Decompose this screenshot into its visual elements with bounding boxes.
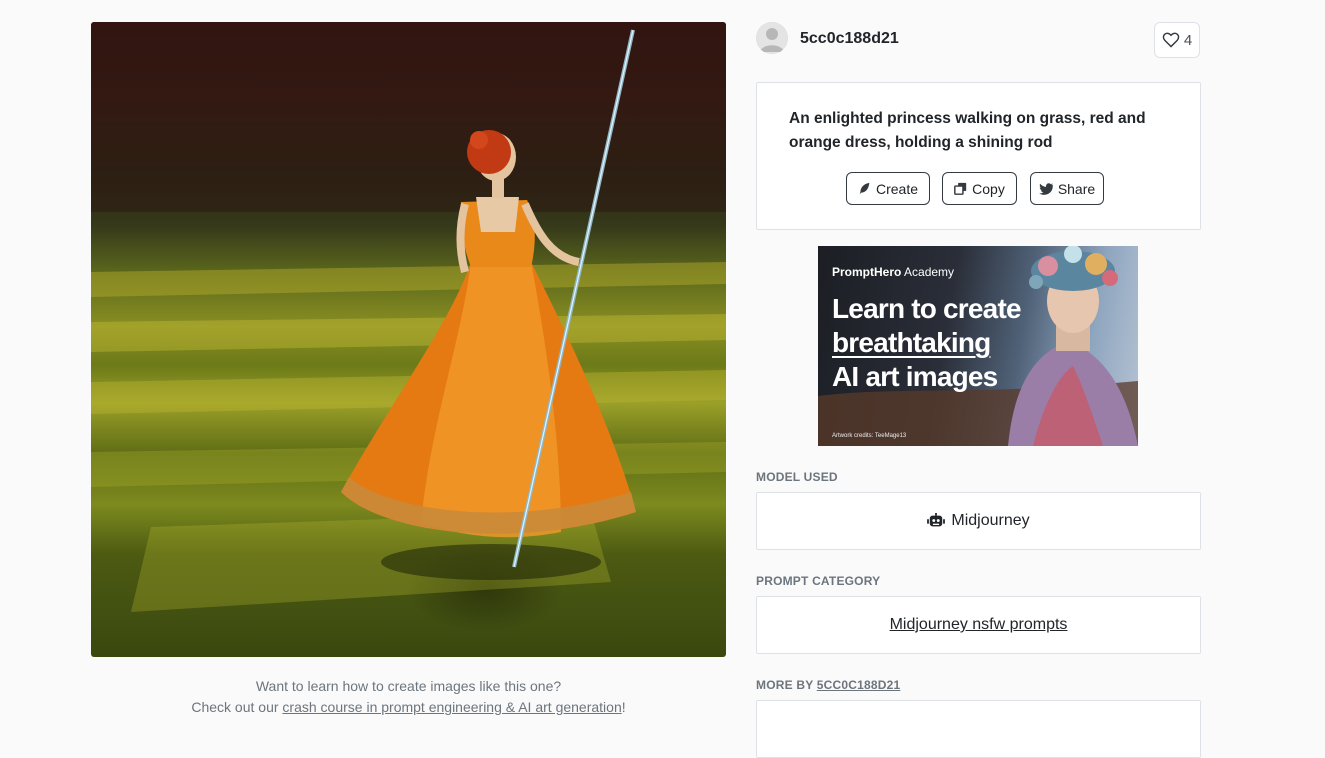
share-button[interactable]: Share xyxy=(1030,172,1104,205)
copy-button-label: Copy xyxy=(972,180,1005,197)
category-link[interactable]: Midjourney nsfw prompts xyxy=(890,616,1068,634)
ad-brand-light: Academy xyxy=(904,265,955,279)
model-name: Midjourney xyxy=(951,512,1030,529)
more-by-box xyxy=(756,700,1201,758)
ad-headline-line-3: AI art images xyxy=(832,361,998,392)
create-button-label: Create xyxy=(875,180,919,197)
robot-icon xyxy=(927,513,946,527)
more-by-author-link[interactable]: 5CC0C188D21 xyxy=(817,678,901,692)
caption-prefix: Check out our xyxy=(191,699,279,715)
category-box: Midjourney nsfw prompts xyxy=(756,596,1201,654)
prompt-text: An enlighted princess walking on grass, … xyxy=(789,110,1146,151)
caption-line-1: Want to learn how to create images like … xyxy=(255,678,562,694)
like-button[interactable]: 4 xyxy=(1154,22,1200,58)
feather-icon xyxy=(859,182,870,195)
caption-line-2: Check out our crash course in prompt eng… xyxy=(91,697,726,718)
model-used-label: MODEL USED xyxy=(756,470,838,484)
crash-course-link[interactable]: crash course in prompt engineering & AI … xyxy=(282,699,621,715)
ad-headline: Learn to create breathtaking AI art imag… xyxy=(832,292,1032,394)
ad-headline-line-2: breathtaking xyxy=(832,327,991,358)
learn-caption: Want to learn how to create images like … xyxy=(91,676,726,718)
academy-ad-banner[interactable]: PromptHero Academy Learn to create breat… xyxy=(818,246,1138,446)
ad-brand-bold: PromptHero xyxy=(832,265,902,279)
more-by-prefix: MORE BY xyxy=(756,678,814,692)
prompt-card: An enlighted princess walking on grass, … xyxy=(756,82,1201,230)
ad-headline-line-1: Learn to create xyxy=(832,293,1022,324)
more-by-label: MORE BY 5CC0C188D21 xyxy=(756,678,900,692)
like-count: 4 xyxy=(1183,31,1193,49)
generated-artwork-image[interactable] xyxy=(91,22,726,657)
heart-icon xyxy=(1162,32,1180,48)
ad-brand: PromptHero Academy xyxy=(832,265,954,279)
user-silhouette-icon xyxy=(756,22,788,54)
twitter-icon xyxy=(1039,182,1053,195)
copy-icon xyxy=(954,182,967,195)
artwork-illustration xyxy=(91,22,726,612)
copy-button[interactable]: Copy xyxy=(942,172,1017,205)
author-avatar[interactable] xyxy=(756,22,788,54)
model-box[interactable]: Midjourney xyxy=(756,492,1201,550)
create-button[interactable]: Create xyxy=(846,172,930,205)
share-button-label: Share xyxy=(1057,180,1096,197)
prompt-category-label: PROMPT CATEGORY xyxy=(756,574,881,588)
ad-credit: Artwork credits: TeeMage13 xyxy=(832,433,907,439)
author-name[interactable]: 5cc0c188d21 xyxy=(800,30,899,48)
caption-suffix: ! xyxy=(621,699,626,715)
